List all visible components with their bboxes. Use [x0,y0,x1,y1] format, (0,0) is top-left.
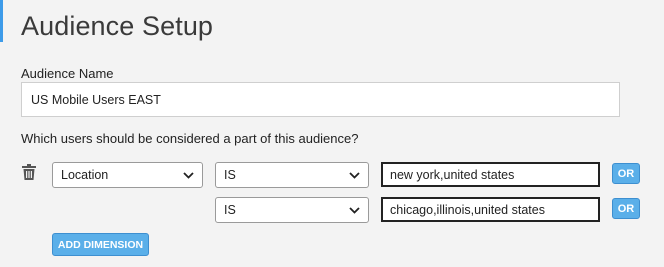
accent-bar [0,0,3,42]
operator-select-value: IS [224,168,236,182]
or-button-2[interactable]: OR [612,198,640,219]
audience-name-input[interactable] [21,82,620,117]
or-button-1[interactable]: OR [612,163,640,184]
chevron-down-icon [349,171,360,179]
condition-value-input-1[interactable]: new york,united states [381,162,600,187]
audience-name-label: Audience Name [21,66,114,81]
trash-icon[interactable] [22,164,36,180]
condition-value-input-2[interactable]: chicago,illinois,united states [381,197,600,222]
chevron-down-icon [349,206,360,214]
audience-question: Which users should be considered a part … [21,131,359,146]
dimension-select-value: Location [61,168,109,182]
page-title: Audience Setup [21,11,214,41]
operator-select-2[interactable]: IS [215,197,369,223]
operator-select-value: IS [224,203,236,217]
dimension-select[interactable]: Location [52,162,203,188]
operator-select-1[interactable]: IS [215,162,369,188]
chevron-down-icon [183,171,194,179]
add-dimension-button[interactable]: ADD DIMENSION [52,233,149,256]
